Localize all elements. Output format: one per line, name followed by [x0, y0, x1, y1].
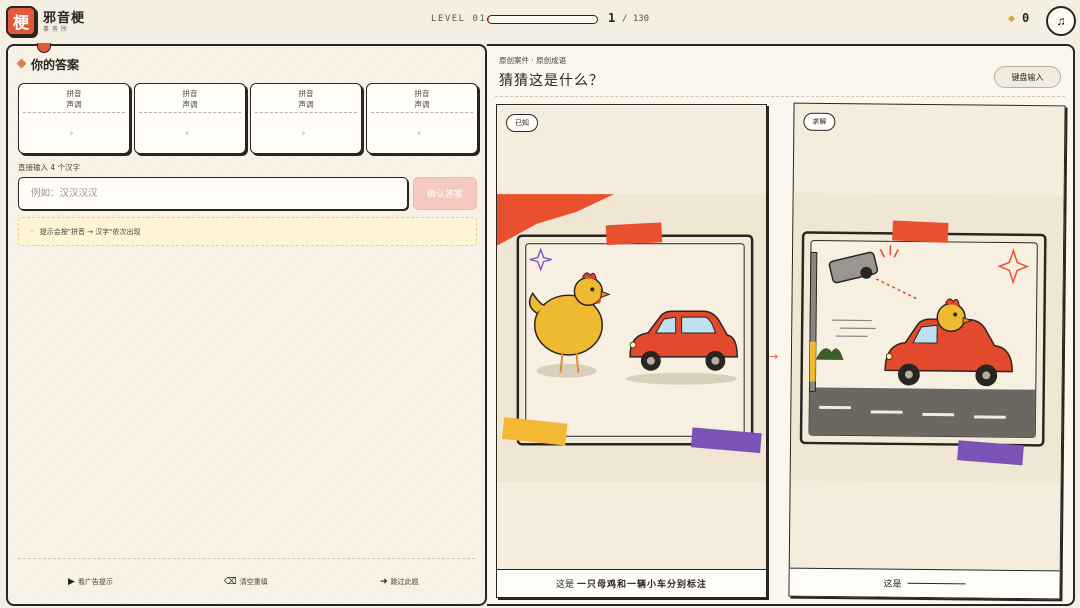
slot-char: 。	[417, 127, 427, 137]
level-current: 1	[608, 11, 616, 25]
answer-panel: 你的答案 拼音 声调 。 拼音 声调 。 拼音 声调 。 拼音 声调 。 直接输…	[6, 43, 487, 606]
keyboard-input-button[interactable]: 键盘输入	[994, 66, 1061, 88]
answer-title: 你的答案	[31, 58, 80, 72]
solve-caption-prefix: 这是	[883, 579, 902, 590]
hint-notice: ◦ 提示会按"拼音 → 汉字"依次出现	[18, 217, 477, 246]
case-question: 猜猜这是什么？	[499, 73, 604, 89]
app-subtitle: 事务所	[43, 26, 71, 33]
slot-pinyin: 拼音	[298, 89, 314, 98]
actions-divider	[18, 558, 475, 559]
skip-question-button[interactable]: ➜ 跳过此题	[380, 577, 419, 587]
level-progress-bar	[487, 15, 598, 24]
arrow-right-icon: →	[769, 350, 779, 363]
backspace-icon: ⌫	[224, 577, 237, 587]
answer-slot-2[interactable]: 拼音 声调 。	[134, 83, 246, 154]
clear-refill-button[interactable]: ⌫ 清空重填	[224, 577, 268, 587]
slot-tone: 声调	[298, 100, 314, 109]
slot-pinyin: 拼音	[414, 89, 430, 98]
known-caption-text: 一只母鸡和一辆小车分别标注	[577, 580, 708, 590]
skip-label: 跳过此题	[390, 578, 419, 586]
watch-ad-label: 看广告提示	[77, 578, 113, 586]
answer-blank	[907, 582, 966, 585]
case-panel: 原创案件 · 原创成语 猜猜这是什么？ 键盘输入 已知 这是 一只母鸡和一辆小车…	[487, 44, 1075, 606]
diamond-bullet-icon	[16, 58, 27, 69]
coin-diamond-icon: ◆	[1008, 14, 1015, 24]
answer-slot-3[interactable]: 拼音 声调 。	[250, 83, 362, 154]
header-divider	[495, 96, 1065, 97]
slot-char: 。	[185, 127, 195, 137]
music-note-icon: ♫	[1056, 14, 1066, 28]
play-icon: ▶	[68, 577, 75, 587]
red-tape	[605, 222, 663, 246]
confirm-answer-button[interactable]: 确认答案	[413, 177, 477, 210]
solve-tag: 求解	[803, 112, 836, 132]
known-card: 已知 这是 一只母鸡和一辆小车分别标注	[496, 104, 767, 598]
answer-slot-4[interactable]: 拼音 声调 。	[366, 83, 478, 154]
watch-ad-hint-button[interactable]: ▶ 看广告提示	[68, 577, 113, 587]
slot-divider	[371, 112, 473, 113]
red-tape	[892, 220, 949, 243]
solve-card: 求解 这是	[788, 102, 1066, 600]
slot-tone: 声调	[66, 100, 82, 109]
slot-tone: 声调	[414, 100, 430, 109]
slot-divider	[255, 112, 357, 113]
hint-text: 提示会按"拼音 → 汉字"依次出现	[39, 227, 141, 236]
solve-caption: 这是	[789, 567, 1060, 599]
slot-pinyin: 拼音	[66, 89, 82, 98]
slot-char: 。	[69, 127, 79, 137]
slot-pinyin: 拼音	[182, 89, 198, 98]
direct-input-label: 直接输入 4 个汉字	[18, 163, 81, 172]
slot-divider	[23, 112, 125, 113]
top-bar: 梗 邪音梗 事务所 LEVEL 01 1 / 130 ◆ 0 ♫	[0, 0, 1080, 42]
known-tag: 已知	[506, 114, 538, 132]
skip-arrow-icon: ➜	[380, 577, 388, 587]
slot-divider	[139, 112, 241, 113]
hen-and-car-illustration	[497, 194, 766, 482]
coin-count: 0	[1022, 11, 1030, 25]
hen-driving-camera-illustration	[790, 192, 1064, 484]
app-logo: 梗	[6, 6, 36, 36]
slot-tone: 声调	[182, 100, 198, 109]
pin-decoration	[37, 43, 51, 53]
known-caption-prefix: 这是	[555, 580, 574, 590]
music-toggle-button[interactable]: ♫	[1046, 6, 1076, 36]
answer-text-input[interactable]	[18, 177, 408, 210]
lightbulb-icon: ◦	[29, 227, 34, 236]
level-total: / 130	[622, 14, 650, 24]
level-progress-fill	[488, 16, 490, 23]
level-label: LEVEL 01	[431, 14, 487, 24]
case-tag: 原创案件 · 原创成语	[499, 56, 567, 65]
slot-char: 。	[301, 127, 311, 137]
known-caption: 这是 一只母鸡和一辆小车分别标注	[497, 569, 766, 597]
answer-slot-1[interactable]: 拼音 声调 。	[18, 83, 130, 154]
logo-char: 梗	[12, 13, 29, 32]
clear-label: 清空重填	[239, 578, 268, 586]
